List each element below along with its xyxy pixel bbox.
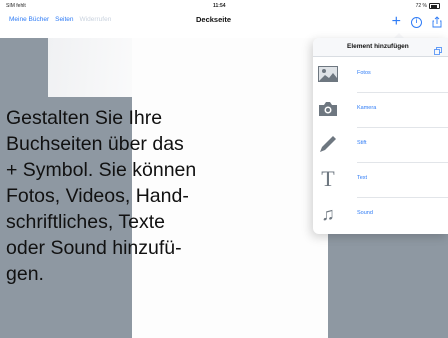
battery-percent: 72 % (415, 3, 427, 9)
popover-item-label: Fotos (357, 70, 371, 76)
navigation-bar: Meine Bücher Seiten Widerrufen Deckseite… (0, 12, 448, 38)
pen-icon (318, 135, 338, 153)
popover-item-label: Text (357, 175, 368, 181)
nav-links: Meine Bücher Seiten Widerrufen (9, 16, 111, 23)
popover-item-pen[interactable]: Stift (313, 127, 448, 162)
add-element-popover: Element hinzufügen Fotos Kamera Stift T … (313, 38, 448, 234)
text-icon: T (321, 166, 335, 191)
copy-icon[interactable] (434, 42, 442, 55)
pages-button[interactable]: Seiten (55, 16, 73, 23)
popover-header: Element hinzufügen (313, 38, 448, 57)
popover-item-sound[interactable]: ♫ Sound (313, 197, 448, 232)
popover-item-photos[interactable]: Fotos (313, 57, 448, 92)
plus-icon[interactable]: + (392, 14, 401, 30)
page-title: Deckseite (196, 15, 232, 24)
photos-icon (318, 65, 338, 83)
nav-actions: + i (392, 12, 442, 32)
popover-item-text[interactable]: T Text (313, 162, 448, 197)
popover-item-label: Stift (357, 140, 367, 146)
battery-icon (429, 3, 440, 9)
popover-item-camera[interactable]: Kamera (313, 92, 448, 127)
info-icon[interactable]: i (411, 16, 422, 28)
undo-button[interactable]: Widerrufen (80, 16, 112, 23)
share-icon[interactable] (432, 16, 442, 28)
status-time: 11:54 (213, 3, 226, 9)
my-books-button[interactable]: Meine Bücher (9, 16, 49, 23)
popover-item-label: Kamera (357, 105, 377, 111)
carrier-label: SIM fehlt (6, 3, 26, 9)
popover-item-label: Sound (357, 210, 373, 216)
music-icon: ♫ (321, 204, 335, 224)
status-bar: SIM fehlt 11:54 72 % (0, 0, 448, 12)
camera-icon (318, 100, 338, 118)
popover-title: Element hinzufügen (347, 43, 409, 50)
caption-text: Gestalten Sie Ihre Buchseiten über das +… (6, 107, 197, 285)
battery-indicator: 72 % (416, 3, 440, 9)
